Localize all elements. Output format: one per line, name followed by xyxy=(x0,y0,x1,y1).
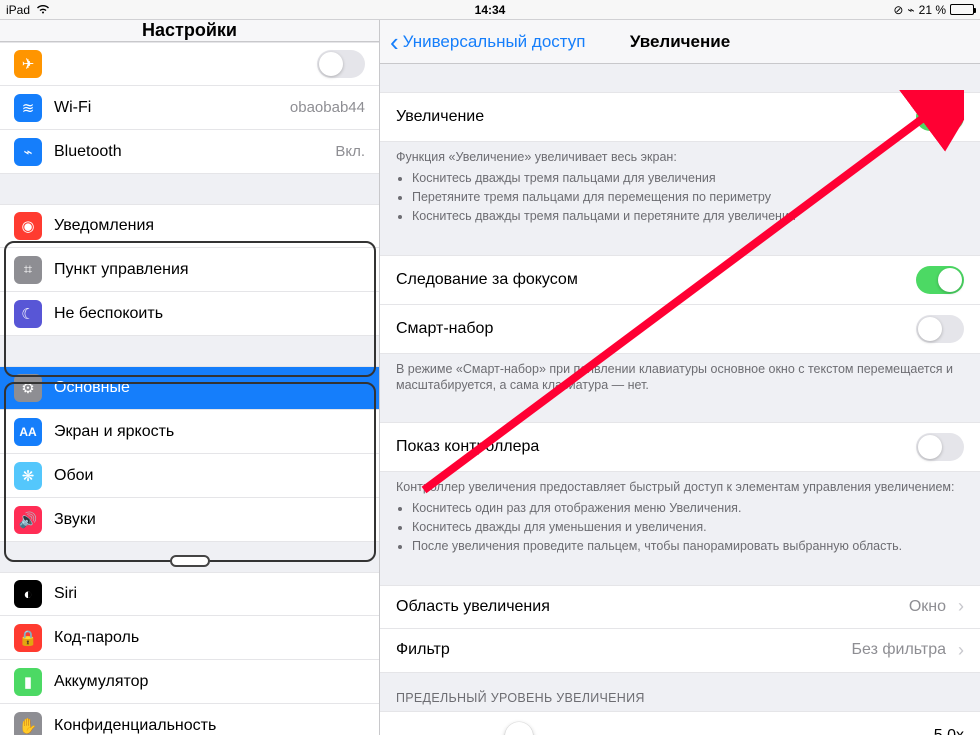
sidebar-item-passcode[interactable]: 🔒 Код-пароль xyxy=(0,616,379,660)
sidebar-item-privacy[interactable]: ✋ Конфиденциальность xyxy=(0,704,379,735)
sidebar-item-label: Siri xyxy=(54,585,365,603)
chevron-right-icon: › xyxy=(958,596,964,617)
lock-icon: 🔒 xyxy=(14,624,42,652)
sidebar-item-value: Вкл. xyxy=(335,143,365,160)
max-zoom-slider-row: 5,0x xyxy=(380,711,980,735)
speaker-icon: 🔊 xyxy=(14,506,42,534)
aa-icon: AA xyxy=(14,418,42,446)
zoom-label: Увеличение xyxy=(396,108,904,126)
sidebar-item-dnd[interactable]: ☾ Не беспокоить xyxy=(0,292,379,336)
sidebar-item-value: obaobab44 xyxy=(290,99,365,116)
show-controller-switch[interactable] xyxy=(916,433,964,461)
follow-focus-switch[interactable] xyxy=(916,266,964,294)
sidebar-item-notif[interactable]: ◉ Уведомления xyxy=(0,204,379,248)
smart-typing-description: В режиме «Смарт-набор» при появлении кла… xyxy=(380,354,980,395)
chevron-right-icon: › xyxy=(958,640,964,661)
sidebar-item-label: Звуки xyxy=(54,511,365,529)
sidebar-title: Настройки xyxy=(0,20,379,42)
follow-focus-row[interactable]: Следование за фокусом xyxy=(380,255,980,305)
max-zoom-header: ПРЕДЕЛЬНЫЙ УРОВЕНЬ УВЕЛИЧЕНИЯ xyxy=(380,673,980,711)
siri-icon: ◐ xyxy=(14,580,42,608)
sidebar-item-bt[interactable]: ⌁ Bluetooth Вкл. xyxy=(0,130,379,174)
sidebar-item-label: Bluetooth xyxy=(54,143,323,161)
sidebar-item-wifi[interactable]: ≋ Wi-Fi obaobab44 xyxy=(0,86,379,130)
airplane-switch[interactable] xyxy=(317,50,365,78)
separator-pill xyxy=(170,555,210,567)
hand-icon: ✋ xyxy=(14,712,42,735)
sidebar-item-label: Не беспокоить xyxy=(54,305,365,323)
controller-description: Контроллер увеличения предоставляет быст… xyxy=(380,472,980,555)
sidebar-item-label: Конфиденциальность xyxy=(54,717,365,735)
smart-typing-row[interactable]: Смарт-набор xyxy=(380,305,980,354)
sidebar-item-display[interactable]: AA Экран и яркость xyxy=(0,410,379,454)
zoom-region-row[interactable]: Область увеличения Окно › xyxy=(380,585,980,629)
filter-row[interactable]: Фильтр Без фильтра › xyxy=(380,629,980,673)
sidebar-item-battery[interactable]: ▮ Аккумулятор xyxy=(0,660,379,704)
chevron-left-icon: ‹ xyxy=(390,29,399,55)
moon-icon: ☾ xyxy=(14,300,42,328)
zoom-switch[interactable] xyxy=(916,103,964,131)
device-label: iPad xyxy=(6,3,30,17)
zoom-description: Функция «Увеличение» увеличивает весь эк… xyxy=(380,142,980,225)
battery-icon: ▮ xyxy=(14,668,42,696)
back-label: Универсальный доступ xyxy=(403,32,586,52)
bluetooth-icon: ⌁ xyxy=(14,138,42,166)
bluetooth-status-icon: ⌁ xyxy=(907,3,914,17)
wifi-icon: ≋ xyxy=(14,94,42,122)
controls-icon: ⌗ xyxy=(14,256,42,284)
orientation-lock-icon: ⊘ xyxy=(893,3,903,17)
battery-pct: 21 % xyxy=(919,3,946,17)
sidebar-item-wallpaper[interactable]: ❋ Обои xyxy=(0,454,379,498)
gear-icon: ⚙ xyxy=(14,374,42,402)
max-zoom-slider[interactable] xyxy=(396,726,910,735)
back-button[interactable]: ‹ Универсальный доступ xyxy=(390,29,585,55)
flower-icon: ❋ xyxy=(14,462,42,490)
plane-icon: ✈ xyxy=(14,50,42,78)
sidebar-item-label: Пункт управления xyxy=(54,261,365,279)
sidebar-item-label: Аккумулятор xyxy=(54,673,365,691)
sidebar-item-label: Уведомления xyxy=(54,217,365,235)
sidebar-item-label: Основные xyxy=(54,379,365,397)
zoom-toggle-row[interactable]: Увеличение xyxy=(380,92,980,142)
status-time: 14:34 xyxy=(0,3,980,17)
sidebar-item-label: Обои xyxy=(54,467,365,485)
wifi-icon xyxy=(36,3,50,17)
detail-pane: ‹ Универсальный доступ Увеличение Увелич… xyxy=(380,20,980,735)
sidebar-item-siri[interactable]: ◐ Siri xyxy=(0,572,379,616)
max-zoom-value: 5,0x xyxy=(924,727,964,735)
smart-typing-switch[interactable] xyxy=(916,315,964,343)
status-bar: iPad 14:34 ⊘ ⌁ 21 % xyxy=(0,0,980,20)
sidebar-item-label: Код-пароль xyxy=(54,629,365,647)
sidebar-item-label: Wi-Fi xyxy=(54,99,278,117)
sidebar-item-general[interactable]: ⚙ Основные xyxy=(0,366,379,410)
sidebar-item-sounds[interactable]: 🔊 Звуки xyxy=(0,498,379,542)
battery-icon xyxy=(950,4,974,15)
bell-icon: ◉ xyxy=(14,212,42,240)
sidebar-item-cc[interactable]: ⌗ Пункт управления xyxy=(0,248,379,292)
settings-sidebar: Настройки ✈ ≋ Wi-Fi obaobab44 ⌁ Bluetooth Вкл.… xyxy=(0,20,380,735)
show-controller-row[interactable]: Показ контроллера xyxy=(380,422,980,472)
sidebar-item-label: Экран и яркость xyxy=(54,423,365,441)
sidebar-item-airplane[interactable]: ✈ xyxy=(0,42,379,86)
